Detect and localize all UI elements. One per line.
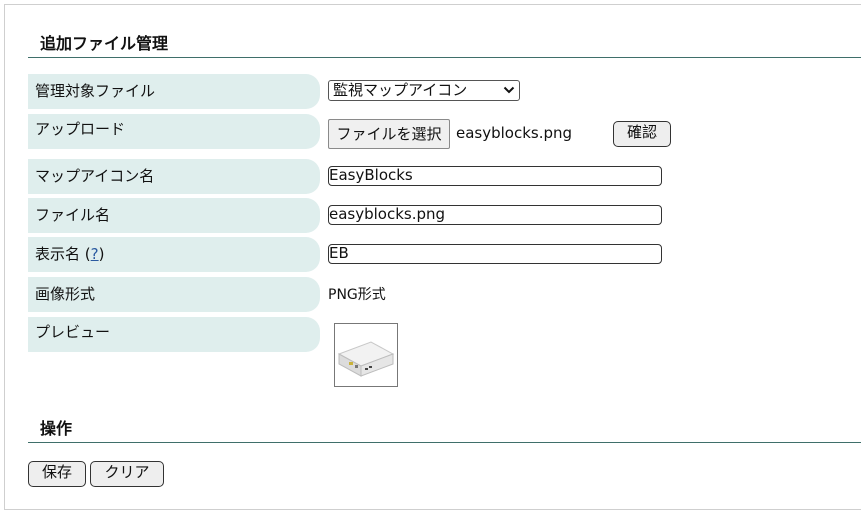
chosen-file-name: easyblocks.png	[456, 124, 573, 142]
section-divider	[28, 442, 861, 443]
section-divider	[28, 57, 861, 58]
target-file-select[interactable]: 監視マップアイコン	[328, 80, 520, 101]
confirm-button[interactable]: 確認	[613, 121, 671, 147]
section-title-additional-files: 追加ファイル管理	[40, 34, 169, 53]
preview-image	[334, 323, 398, 387]
clear-button[interactable]: クリア	[90, 461, 164, 487]
label-display-name-text: 表示名	[35, 245, 81, 263]
label-map-icon-name: マップアイコン名	[28, 159, 320, 194]
save-button[interactable]: 保存	[28, 461, 86, 487]
display-name-input[interactable]: EB	[328, 244, 662, 264]
help-paren-close: )	[98, 245, 105, 263]
label-preview: プレビュー	[28, 317, 320, 352]
label-target-file: 管理対象ファイル	[28, 74, 320, 109]
chevron-down-icon	[503, 81, 515, 105]
target-file-select-value: 監視マップアイコン	[333, 81, 468, 99]
label-display-name: 表示名 (?)	[28, 237, 320, 272]
image-format-value: PNG形式	[328, 287, 386, 303]
label-image-format: 画像形式	[28, 277, 320, 312]
choose-file-button[interactable]: ファイルを選択	[328, 119, 450, 149]
router-device-icon	[337, 341, 395, 377]
map-icon-name-input[interactable]: EasyBlocks	[328, 166, 662, 186]
section-title-operations: 操作	[40, 419, 73, 438]
label-upload: アップロード	[28, 114, 320, 149]
label-file-name: ファイル名	[28, 198, 320, 233]
help-link[interactable]: ?	[91, 245, 99, 263]
file-name-input[interactable]: easyblocks.png	[328, 205, 662, 225]
